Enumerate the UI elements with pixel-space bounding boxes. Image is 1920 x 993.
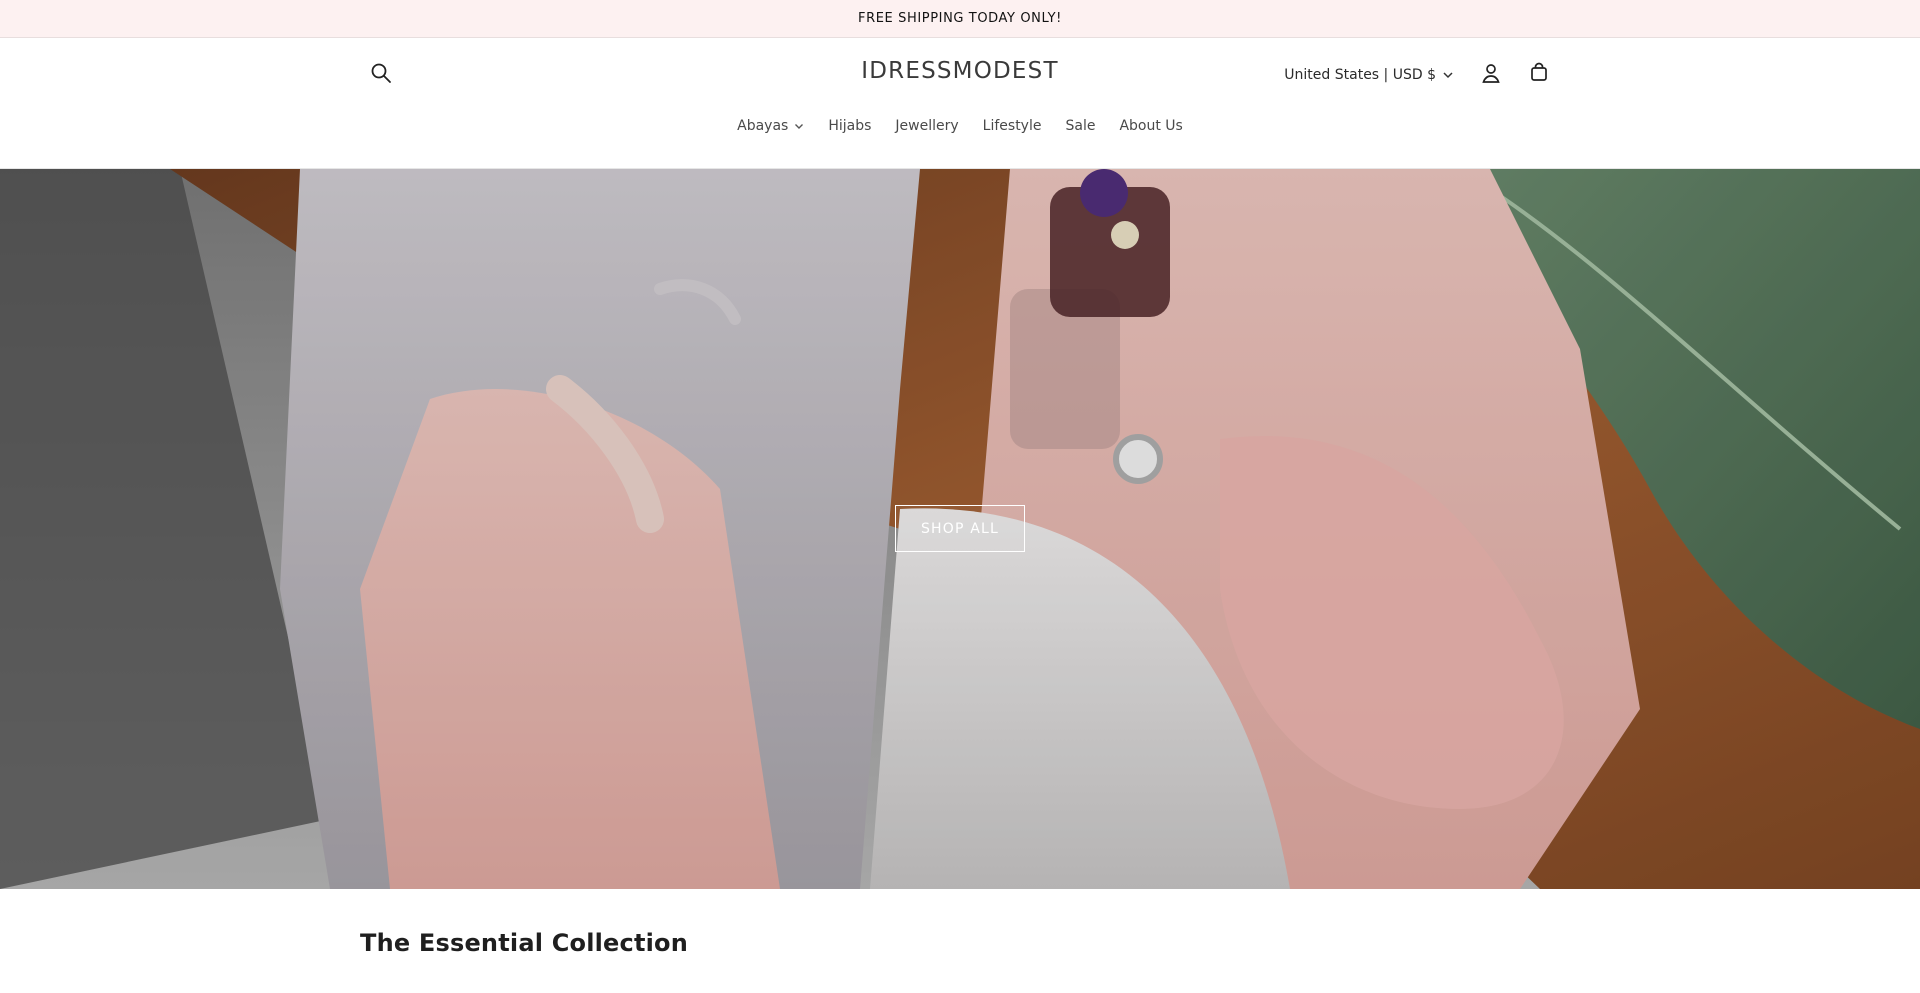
nav-item-sale[interactable]: Sale bbox=[1065, 118, 1095, 134]
collection-title: The Essential Collection bbox=[360, 928, 689, 957]
header-actions: United States | USD $ bbox=[1284, 58, 1554, 92]
cart-icon bbox=[1528, 62, 1550, 88]
nav-item-jewellery[interactable]: Jewellery bbox=[895, 118, 958, 134]
nav-item-lifestyle[interactable]: Lifestyle bbox=[983, 118, 1042, 134]
nav-item-label: Hijabs bbox=[828, 118, 872, 134]
account-icon bbox=[1480, 62, 1502, 88]
nav-item-abayas[interactable]: Abayas bbox=[737, 118, 804, 134]
announcement-bar: FREE SHIPPING TODAY ONLY! bbox=[0, 0, 1920, 38]
nav-item-hijabs[interactable]: Hijabs bbox=[828, 118, 871, 134]
country-currency-label: United States | USD $ bbox=[1284, 67, 1436, 83]
cart-button[interactable] bbox=[1524, 60, 1554, 90]
site-header: IDRESSMODEST United States | USD $ Abaya… bbox=[0, 38, 1920, 169]
nav-item-label: Jewellery bbox=[895, 118, 959, 134]
main-navigation: Abayas Hijabs Jewellery Lifestyle Sale A… bbox=[0, 118, 1920, 134]
nav-item-about-us[interactable]: About Us bbox=[1119, 118, 1182, 134]
chevron-down-icon bbox=[1442, 67, 1454, 83]
brand-logo[interactable]: IDRESSMODEST bbox=[0, 58, 1920, 84]
nav-item-label: Sale bbox=[1065, 118, 1096, 134]
country-currency-selector[interactable]: United States | USD $ bbox=[1284, 67, 1454, 83]
hero-banner: SHOP ALL bbox=[0, 169, 1920, 889]
account-button[interactable] bbox=[1476, 60, 1506, 90]
chevron-down-icon bbox=[794, 118, 804, 134]
nav-item-label: About Us bbox=[1119, 118, 1183, 134]
announcement-text: FREE SHIPPING TODAY ONLY! bbox=[858, 11, 1062, 26]
nav-item-label: Abayas bbox=[737, 118, 789, 134]
shop-all-button[interactable]: SHOP ALL bbox=[895, 505, 1025, 552]
nav-item-label: Lifestyle bbox=[982, 118, 1042, 134]
